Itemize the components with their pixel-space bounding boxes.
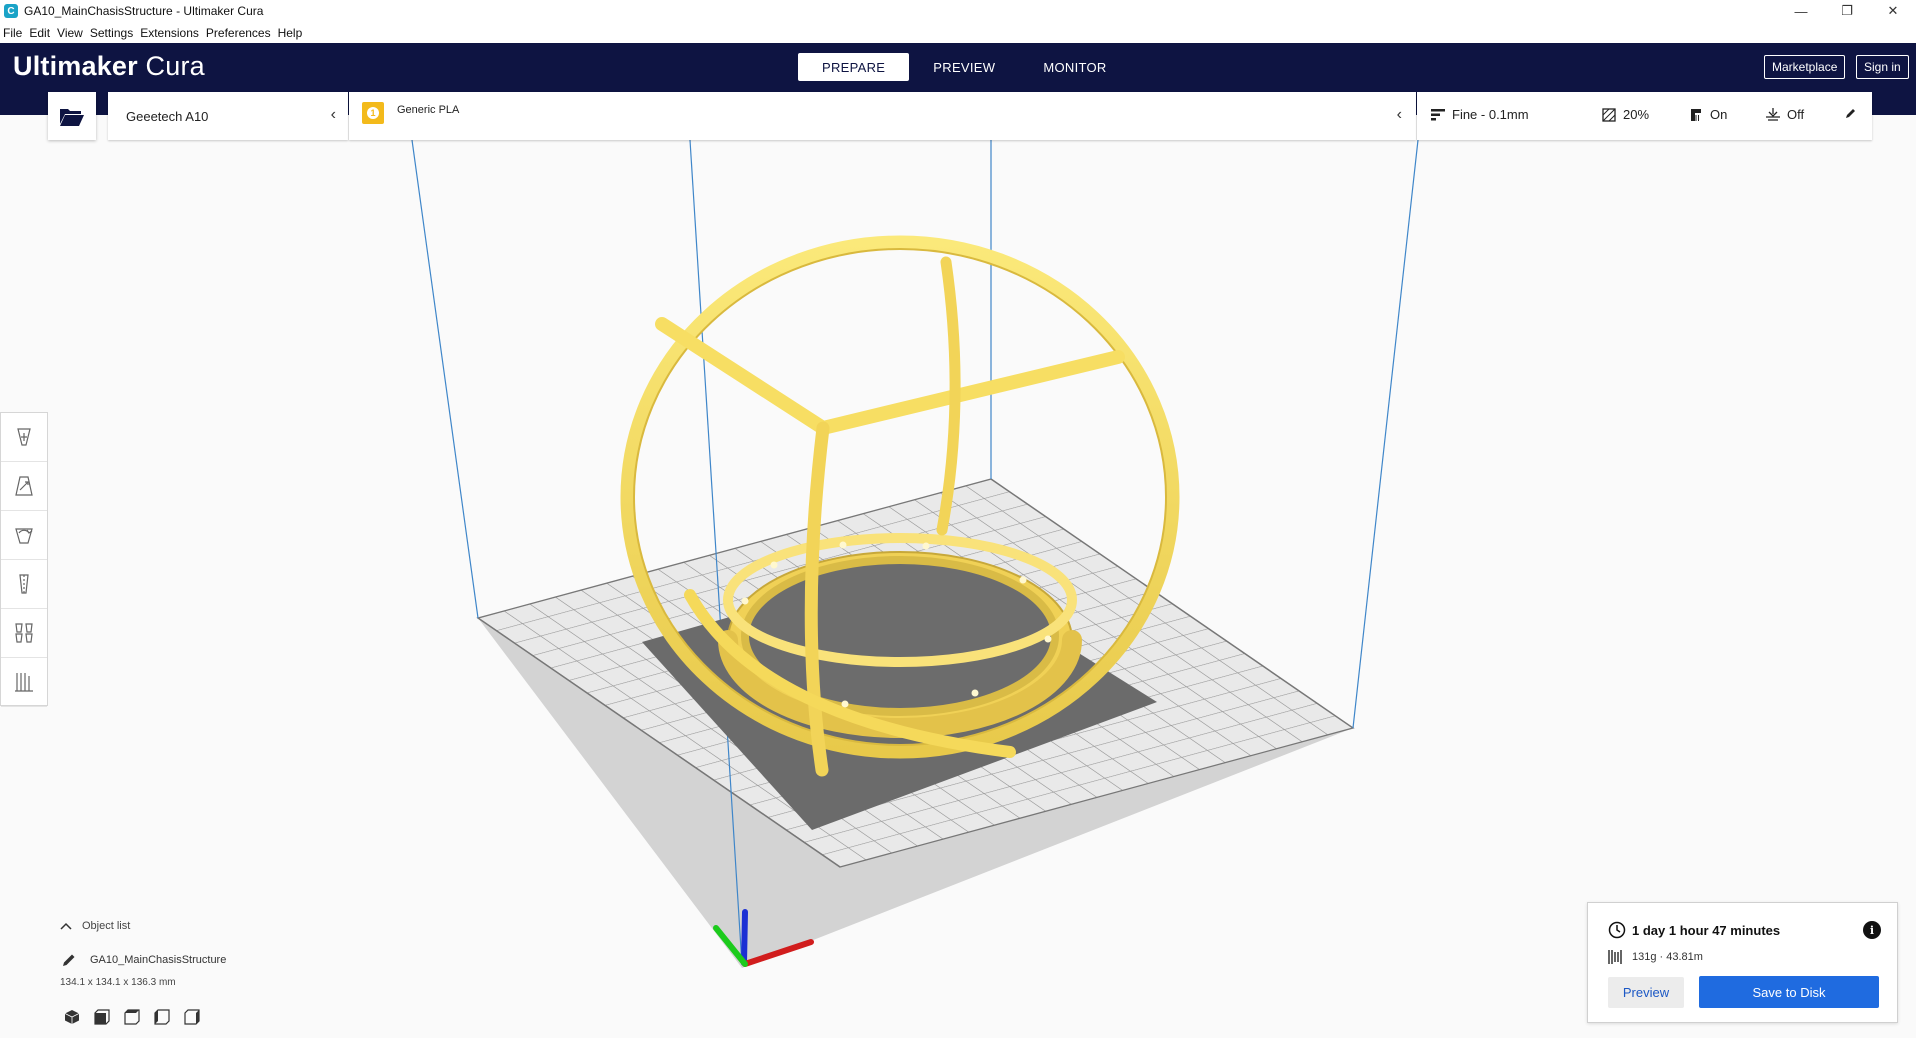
menu-preferences[interactable]: Preferences [206,26,271,40]
rotate-tool-button[interactable] [1,511,47,560]
title-bar: C GA10_MainChasisStructure - Ultimaker C… [0,0,1916,22]
window-title: GA10_MainChasisStructure - Ultimaker Cur… [24,4,264,18]
chevron-up-icon [60,922,72,930]
object-name-row[interactable]: GA10_MainChasisStructure [62,953,226,967]
view-orientation-buttons [64,1007,214,1027]
chevron-left-icon: ‹ [1396,106,1402,123]
restore-button[interactable]: ❐ [1824,0,1870,22]
menu-help[interactable]: Help [278,26,303,40]
print-info-panel: 1 day 1 hour 47 minutes i 131g · 43.81m … [1587,902,1898,1023]
menu-bar: File Edit View Settings Extensions Prefe… [0,22,1916,43]
mirror-tool-button[interactable] [1,560,47,609]
print-time: 1 day 1 hour 47 minutes [1608,921,1780,939]
printer-selector[interactable]: Geeetech A10 ‹ [108,92,348,140]
pencil-icon [63,954,75,966]
chevron-left-icon: ‹ [330,106,336,123]
cube-3d-icon [64,1010,80,1024]
support-blocker-button[interactable] [1,658,47,707]
marketplace-button[interactable]: Marketplace [1764,55,1846,79]
menu-extensions[interactable]: Extensions [140,26,199,40]
material-usage: 131g · 43.81m [1608,949,1703,965]
printer-name: Geeetech A10 [126,108,209,124]
close-button[interactable]: ✕ [1870,0,1916,22]
sign-in-button[interactable]: Sign in [1856,55,1909,79]
save-to-disk-button[interactable]: Save to Disk [1699,976,1879,1008]
ultimaker-cura-logo: Ultimaker Cura [13,51,205,81]
cube-top-icon [124,1009,140,1025]
per-model-settings-button[interactable] [1,609,47,658]
mirror-icon [19,574,29,594]
rotate-icon [15,528,33,544]
profile-setting: Fine - 0.1mm [1431,107,1529,122]
move-icon [17,428,31,446]
folder-open-icon [60,109,84,126]
infill-icon [1602,107,1616,122]
move-tool-button[interactable] [1,413,47,462]
cube-front-icon [94,1009,110,1025]
info-icon[interactable]: i [1863,921,1881,939]
material-selector[interactable]: 1 Generic PLA ‹ [349,92,1416,140]
open-file-button[interactable] [48,92,96,140]
adhesion-icon [1766,107,1780,121]
cura-app-icon: C [4,4,18,18]
scale-tool-button[interactable] [1,462,47,511]
3d-viewport[interactable] [0,115,1916,1038]
extruder-badge-icon: 1 [362,102,384,124]
view-front-button[interactable] [94,1007,124,1027]
cube-right-icon [184,1009,200,1025]
print-settings-bar[interactable]: Fine - 0.1mm 20% On Off [1417,92,1872,140]
pencil-icon [1846,109,1855,118]
scene-svg [411,139,1419,968]
adhesion-setting: Off [1766,107,1804,122]
filament-spool-icon [1608,950,1622,964]
menu-file[interactable]: File [3,26,22,40]
infill-setting: 20% [1602,107,1649,122]
minimize-button[interactable]: — [1778,0,1824,22]
preview-button[interactable]: Preview [1608,977,1684,1008]
support-icon [1691,108,1701,121]
stage-tabs: PREPARE PREVIEW MONITOR [798,53,1131,81]
view-right-button[interactable] [184,1007,214,1027]
tab-preview[interactable]: PREVIEW [909,53,1019,81]
scale-icon [15,476,33,496]
menu-edit[interactable]: Edit [29,26,50,40]
menu-view[interactable]: View [57,26,83,40]
window-controls: — ❐ ✕ [1778,0,1916,22]
support-blocker-icon [15,673,33,692]
clock-icon [1608,921,1626,939]
object-dimensions: 134.1 x 134.1 x 136.3 mm [60,977,176,988]
tool-toolbar [0,412,48,707]
menu-settings[interactable]: Settings [90,26,133,40]
view-top-button[interactable] [124,1007,154,1027]
layers-icon [1431,108,1445,120]
view-left-button[interactable] [154,1007,184,1027]
material-name: Generic PLA [397,104,460,116]
support-setting: On [1689,107,1727,122]
view-3d-button[interactable] [64,1007,94,1027]
object-list-toggle[interactable]: Object list [60,920,130,932]
tab-prepare[interactable]: PREPARE [798,53,910,81]
cube-left-icon [154,1009,170,1025]
tab-monitor[interactable]: MONITOR [1019,53,1130,81]
per-model-settings-icon [15,623,33,643]
custom-settings-button[interactable] [1845,107,1864,119]
